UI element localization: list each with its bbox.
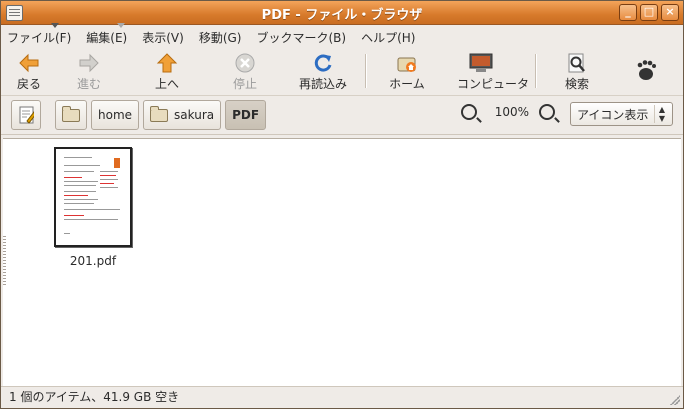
stop-label: 停止 (232, 77, 257, 91)
pdf-thumbnail-icon[interactable] (54, 147, 132, 247)
reload-label: 再読込み (299, 77, 348, 91)
text-entry-icon (19, 106, 34, 124)
back-label: 戻る (16, 77, 41, 91)
view-mode-selected: アイコン表示 (577, 107, 649, 122)
up-button[interactable]: 上へ (143, 47, 191, 95)
search-button[interactable]: 検索 (553, 47, 601, 95)
menu-edit[interactable]: 編集(E) (86, 27, 127, 46)
computer-label: コンピュータ (457, 77, 530, 91)
spin-arrows-icon: ▲ ▼ (654, 105, 669, 123)
location-bar: home sakura PDF 100% アイコン表示 ▲ ▼ (1, 96, 683, 135)
title-bar[interactable]: PDF - ファイル・ブラウザ _ □ × (1, 1, 683, 25)
toolbar-separator (365, 54, 367, 88)
toolbar-separator-2 (535, 54, 537, 88)
path-crumb-home[interactable]: home (91, 100, 140, 130)
forward-button[interactable]: 進む (65, 47, 113, 95)
gnome-foot-icon (634, 59, 656, 80)
path-root-folder-button[interactable] (55, 100, 87, 130)
menu-file[interactable]: ファイル(F) (7, 27, 71, 46)
menu-bar: ファイル(F) 編集(E) 表示(V) 移動(G) ブックマーク(B) ヘルプ(… (1, 25, 683, 47)
view-mode-select[interactable]: アイコン表示 ▲ ▼ (570, 102, 673, 126)
status-text: 1 個のアイテム、41.9 GB 空き (9, 390, 180, 404)
home-label: ホーム (389, 77, 425, 91)
computer-icon (468, 53, 494, 73)
reload-icon (312, 53, 334, 73)
file-browser-window: PDF - ファイル・ブラウザ _ □ × ファイル(F) 編集(E) 表示(V… (0, 0, 684, 409)
status-bar: 1 個のアイテム、41.9 GB 空き (1, 386, 683, 408)
path-crumb-label: home (98, 108, 133, 122)
file-name[interactable]: 201.pdf (53, 254, 133, 268)
menu-view[interactable]: 表示(V) (142, 27, 184, 46)
forward-history-dropdown-icon[interactable] (117, 23, 125, 28)
toggle-location-entry-button[interactable] (11, 100, 41, 130)
reload-button[interactable]: 再読込み (299, 47, 347, 95)
back-history-dropdown-icon[interactable] (51, 23, 59, 28)
stop-button[interactable]: 停止 (221, 47, 269, 95)
search-label: 検索 (564, 77, 589, 91)
home-button[interactable]: ホーム (383, 47, 431, 95)
path-crumb-label: PDF (232, 108, 260, 122)
forward-label: 進む (76, 77, 101, 91)
zoom-out-icon[interactable] (460, 104, 477, 120)
path-crumb-pdf[interactable]: PDF (225, 100, 267, 130)
menu-bookmarks[interactable]: ブックマーク(B) (256, 27, 346, 46)
up-label: 上へ (154, 77, 179, 91)
window-title: PDF - ファイル・ブラウザ (261, 8, 423, 23)
path-crumb-label: sakura (174, 108, 215, 122)
window-controls: _ □ × (619, 4, 679, 21)
zoom-in-icon[interactable] (539, 104, 555, 120)
minimize-button[interactable]: _ (619, 4, 637, 21)
maximize-button[interactable]: □ (640, 4, 658, 21)
menu-go[interactable]: 移動(G) (199, 27, 242, 46)
zoom-level[interactable]: 100% (495, 105, 529, 119)
file-item[interactable]: 201.pdf (53, 147, 133, 268)
forward-arrow-icon (78, 53, 100, 73)
toolbar: 戻る 進む 上へ 停止 再読込み ホーム コンピュータ 検索 (1, 23, 683, 96)
home-folder-icon (150, 105, 169, 122)
stop-icon (234, 53, 256, 73)
home-folder-icon (396, 53, 418, 73)
gnome-logo[interactable] (621, 47, 669, 95)
path-crumb-sakura[interactable]: sakura (143, 100, 222, 130)
zoom-controls: 100% (460, 104, 555, 120)
search-icon (566, 53, 588, 73)
resize-grip-icon[interactable] (670, 395, 680, 405)
close-button[interactable]: × (661, 4, 679, 21)
back-arrow-icon (18, 53, 40, 73)
menu-help[interactable]: ヘルプ(H) (361, 27, 415, 46)
back-button[interactable]: 戻る (5, 47, 53, 95)
up-arrow-icon (156, 53, 178, 73)
computer-button[interactable]: コンピュータ (457, 47, 530, 95)
sidebar-resize-grip[interactable] (3, 236, 6, 286)
folder-icon (62, 105, 80, 122)
file-view[interactable]: 201.pdf (3, 138, 681, 387)
